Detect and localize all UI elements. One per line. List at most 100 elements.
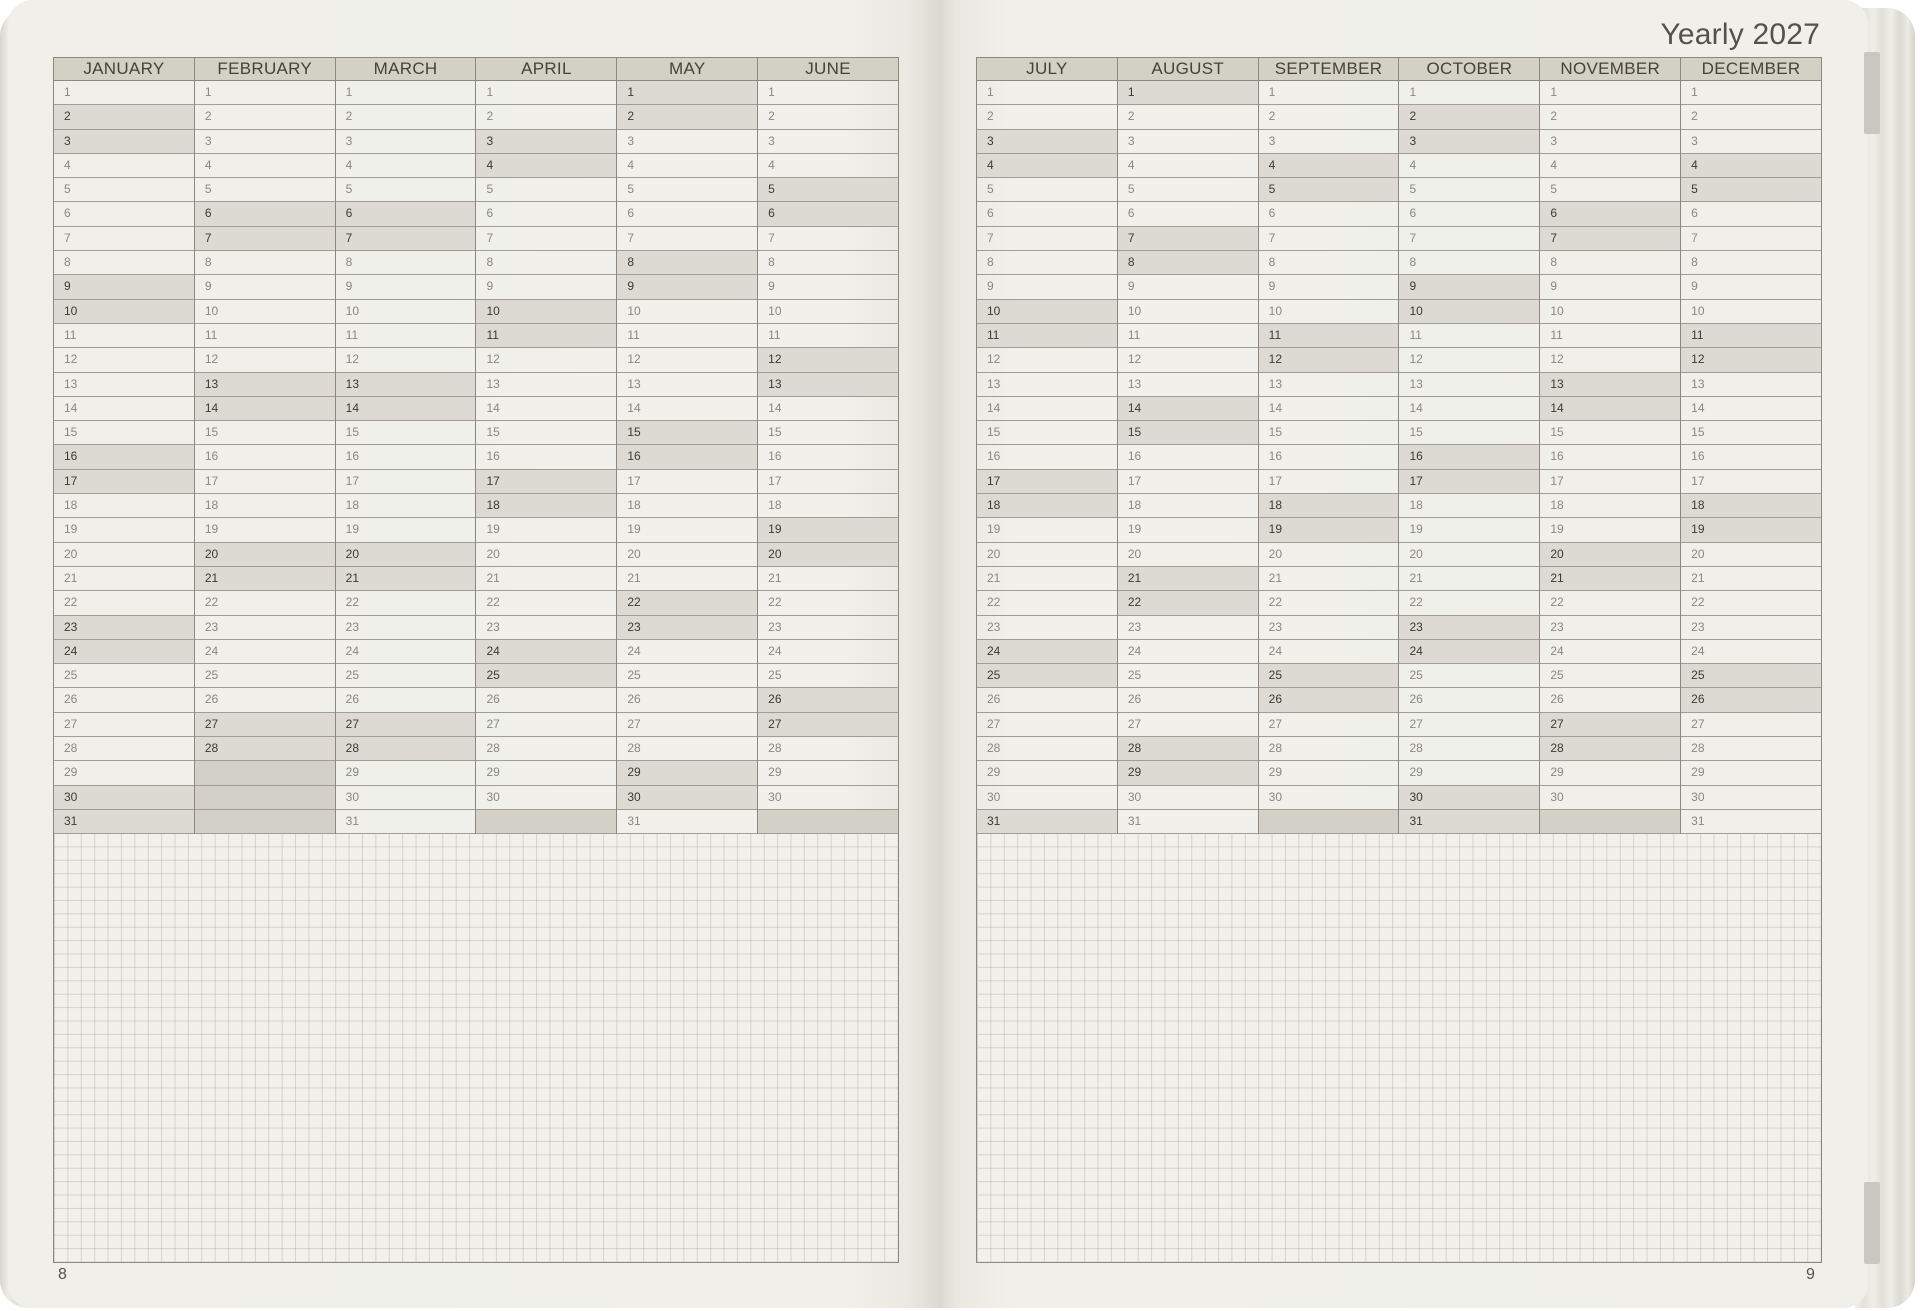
day-cell[interactable]: 19 (1258, 518, 1399, 543)
day-cell[interactable]: 22 (335, 591, 476, 616)
day-cell[interactable]: 6 (1258, 202, 1399, 227)
day-cell[interactable]: 20 (1540, 542, 1681, 567)
day-cell[interactable]: 12 (758, 348, 898, 373)
day-cell[interactable]: 4 (194, 154, 335, 179)
day-cell[interactable]: 9 (617, 275, 758, 300)
day-cell[interactable]: 8 (54, 251, 194, 276)
day-cell[interactable]: 26 (1681, 688, 1821, 713)
day-cell[interactable]: 17 (1540, 470, 1681, 495)
day-cell[interactable]: 1 (977, 81, 1117, 106)
day-cell[interactable]: 30 (1681, 786, 1821, 810)
day-cell[interactable]: 13 (335, 372, 476, 397)
day-cell[interactable]: 10 (1117, 300, 1258, 324)
day-cell[interactable]: 28 (758, 737, 898, 762)
day-cell[interactable]: 23 (54, 615, 194, 640)
day-cell[interactable]: 1 (758, 81, 898, 106)
day-cell[interactable]: 26 (1258, 688, 1399, 713)
day-cell[interactable]: 8 (194, 251, 335, 276)
day-cell[interactable]: 21 (194, 566, 335, 592)
day-cell[interactable]: 2 (1540, 105, 1681, 130)
day-cell[interactable]: 6 (335, 202, 476, 227)
day-cell[interactable]: 7 (335, 226, 476, 252)
day-cell[interactable]: 16 (54, 445, 194, 470)
day-cell[interactable]: 8 (476, 251, 617, 276)
day-cell[interactable]: 11 (1540, 324, 1681, 349)
day-cell[interactable]: 6 (1117, 202, 1258, 227)
day-cell[interactable]: 22 (1117, 591, 1258, 616)
day-cell[interactable]: 3 (617, 130, 758, 154)
day-cell[interactable]: 6 (476, 202, 617, 227)
day-cell[interactable]: 28 (1399, 737, 1540, 762)
day-cell[interactable]: 28 (977, 737, 1117, 762)
day-cell[interactable]: 18 (54, 494, 194, 519)
day-cell[interactable]: 10 (1258, 300, 1399, 324)
day-cell[interactable]: 28 (335, 737, 476, 762)
day-cell[interactable]: 1 (194, 81, 335, 106)
day-cell[interactable]: 2 (194, 105, 335, 130)
day-cell[interactable]: 4 (617, 154, 758, 179)
day-cell[interactable]: 9 (977, 275, 1117, 300)
day-cell[interactable]: 29 (977, 761, 1117, 786)
day-cell[interactable]: 23 (335, 616, 476, 640)
day-cell[interactable]: 3 (1681, 130, 1821, 154)
day-cell[interactable]: 23 (1258, 616, 1399, 640)
day-cell[interactable]: 18 (1258, 494, 1399, 519)
day-cell[interactable]: 7 (758, 227, 898, 252)
day-cell[interactable]: 29 (1681, 761, 1821, 786)
day-cell[interactable]: 15 (194, 421, 335, 446)
day-cell[interactable]: 18 (617, 494, 758, 519)
day-cell[interactable]: 13 (54, 373, 194, 397)
day-cell[interactable]: 12 (476, 348, 617, 373)
day-cell[interactable]: 6 (617, 202, 758, 227)
day-cell[interactable]: 21 (476, 567, 617, 592)
day-cell[interactable]: 15 (758, 421, 898, 446)
day-cell[interactable]: 22 (54, 591, 194, 616)
day-cell[interactable]: 9 (1540, 275, 1681, 300)
day-cell[interactable]: 9 (335, 275, 476, 300)
day-cell[interactable]: 19 (54, 518, 194, 543)
day-cell[interactable]: 4 (977, 153, 1117, 179)
day-cell[interactable]: 22 (1399, 591, 1540, 616)
day-cell[interactable]: 30 (1540, 786, 1681, 810)
day-cell[interactable]: 21 (977, 567, 1117, 592)
day-cell[interactable]: 7 (1117, 226, 1258, 252)
day-cell[interactable]: 5 (194, 178, 335, 203)
day-cell[interactable]: 21 (1258, 567, 1399, 592)
day-cell[interactable]: 7 (54, 227, 194, 252)
day-cell[interactable]: 14 (1540, 396, 1681, 422)
day-cell[interactable]: 17 (758, 470, 898, 495)
day-cell[interactable]: 9 (1399, 275, 1540, 300)
day-cell[interactable]: 11 (977, 323, 1117, 349)
day-cell[interactable]: 20 (758, 542, 898, 567)
day-cell[interactable]: 24 (194, 640, 335, 665)
day-cell[interactable]: 27 (977, 713, 1117, 738)
day-cell[interactable]: 14 (1117, 396, 1258, 422)
day-cell[interactable]: 6 (194, 202, 335, 227)
day-cell[interactable]: 27 (617, 713, 758, 738)
day-cell[interactable]: 13 (977, 373, 1117, 397)
day-cell[interactable]: 30 (617, 785, 758, 810)
day-cell[interactable]: 31 (977, 809, 1117, 835)
day-cell[interactable]: 25 (1399, 664, 1540, 689)
day-cell[interactable]: 13 (1258, 373, 1399, 397)
day-cell[interactable]: 12 (335, 348, 476, 373)
day-cell[interactable]: 15 (617, 421, 758, 446)
day-cell[interactable]: 2 (1399, 105, 1540, 130)
day-cell[interactable]: 16 (194, 445, 335, 470)
day-cell[interactable]: 30 (977, 786, 1117, 810)
day-cell[interactable]: 16 (476, 445, 617, 470)
bookmark-tab-bottom[interactable] (1864, 1182, 1880, 1264)
day-cell[interactable]: 25 (977, 664, 1117, 689)
day-cell[interactable]: 23 (1399, 615, 1540, 640)
day-cell[interactable]: 11 (1681, 323, 1821, 349)
day-cell[interactable]: 13 (194, 372, 335, 397)
day-cell[interactable]: 3 (1540, 130, 1681, 154)
day-cell[interactable]: 1 (1681, 81, 1821, 106)
day-cell[interactable]: 20 (194, 542, 335, 567)
day-cell[interactable]: 15 (476, 421, 617, 446)
day-cell[interactable]: 24 (54, 639, 194, 665)
day-cell[interactable]: 30 (1399, 785, 1540, 810)
day-cell[interactable]: 11 (1258, 323, 1399, 349)
day-cell[interactable]: 30 (758, 786, 898, 810)
day-cell[interactable]: 26 (335, 688, 476, 713)
